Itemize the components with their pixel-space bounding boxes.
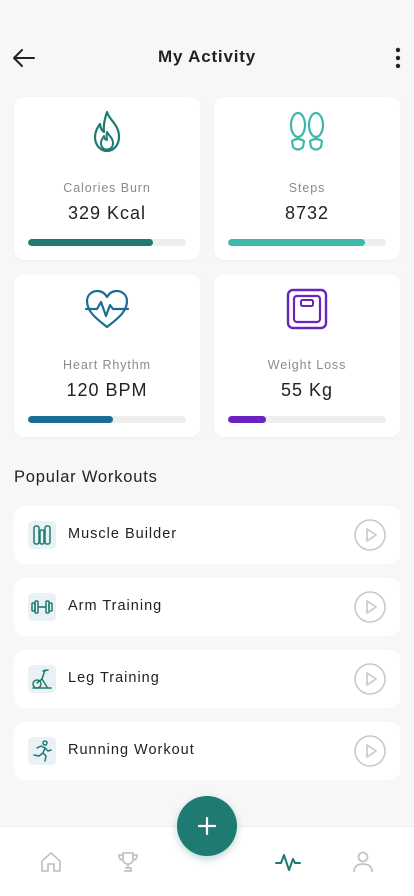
workout-icon-wrap xyxy=(28,521,56,549)
scale-icon xyxy=(286,288,328,330)
dumbbell-icon xyxy=(31,600,53,614)
stat-value: 329 Kcal xyxy=(67,203,147,223)
workout-icon-wrap xyxy=(28,593,56,621)
progress-track xyxy=(228,239,386,246)
workout-item-muscle-builder[interactable]: Muscle Builder xyxy=(14,506,400,564)
add-button[interactable] xyxy=(177,796,237,856)
play-circle-icon xyxy=(354,519,386,551)
nav-trophy[interactable] xyxy=(113,847,143,877)
muscle-builder-icon xyxy=(33,525,51,545)
stat-label: Steps xyxy=(288,181,326,195)
flame-icon xyxy=(93,110,121,153)
play-button[interactable] xyxy=(354,663,386,695)
workout-label: Leg Training xyxy=(68,670,160,686)
progress-track xyxy=(28,239,186,246)
progress-fill xyxy=(228,239,366,246)
stat-label: Weight Loss xyxy=(267,358,347,372)
workout-item-running[interactable]: Running Workout xyxy=(14,722,400,780)
stat-card-heart[interactable]: Heart Rhythm 120 BPM xyxy=(14,274,200,437)
progress-track xyxy=(28,416,186,423)
exercise-bike-icon xyxy=(32,669,52,689)
app-header: My Activity xyxy=(0,0,414,96)
page-title: My Activity xyxy=(158,47,256,66)
home-icon xyxy=(41,852,61,872)
stat-label: Calories Burn xyxy=(63,181,151,195)
more-options-button[interactable] xyxy=(390,44,406,72)
stat-label: Heart Rhythm xyxy=(63,358,151,372)
workout-label: Arm Training xyxy=(68,598,163,614)
nav-profile[interactable] xyxy=(348,847,378,877)
runner-icon xyxy=(33,740,52,762)
progress-fill xyxy=(28,239,153,246)
stat-card-calories[interactable]: Calories Burn 329 Kcal xyxy=(14,97,200,260)
footprints-icon xyxy=(289,111,325,151)
progress-fill xyxy=(28,416,114,423)
section-title: Popular Workouts xyxy=(14,468,158,486)
workout-item-arm-training[interactable]: Arm Training xyxy=(14,578,400,636)
stat-value: 120 BPM xyxy=(66,380,148,400)
add-icon xyxy=(198,817,216,835)
progress-track xyxy=(228,416,386,423)
play-button[interactable] xyxy=(354,591,386,623)
profile-icon xyxy=(353,851,373,873)
progress-fill xyxy=(228,416,266,423)
more-vertical-icon xyxy=(395,47,401,69)
play-button[interactable] xyxy=(354,735,386,767)
play-button[interactable] xyxy=(354,519,386,551)
stat-card-weight[interactable]: Weight Loss 55 Kg xyxy=(214,274,400,437)
workout-label: Muscle Builder xyxy=(68,526,178,542)
workout-item-leg-training[interactable]: Leg Training xyxy=(14,650,400,708)
workout-label: Running Workout xyxy=(68,742,195,758)
stat-value: 8732 xyxy=(284,203,330,223)
play-circle-icon xyxy=(354,735,386,767)
workout-icon-wrap xyxy=(28,665,56,693)
nav-activity[interactable] xyxy=(273,847,303,877)
play-circle-icon xyxy=(354,591,386,623)
workout-icon-wrap xyxy=(28,737,56,765)
nav-home[interactable] xyxy=(36,847,66,877)
trophy-icon xyxy=(118,852,138,872)
stat-card-steps[interactable]: Steps 8732 xyxy=(214,97,400,260)
heart-pulse-icon xyxy=(84,289,130,329)
stat-value: 55 Kg xyxy=(280,380,334,400)
activity-icon xyxy=(275,854,301,871)
play-circle-icon xyxy=(354,663,386,695)
